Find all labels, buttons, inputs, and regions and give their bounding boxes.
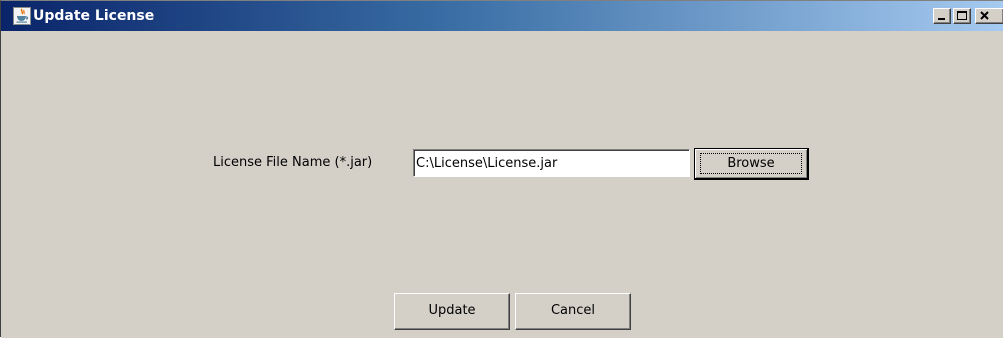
browse-button[interactable]: Browse [694, 148, 809, 180]
minimize-icon [938, 18, 945, 20]
maximize-button[interactable] [953, 8, 971, 24]
maximize-icon [957, 11, 967, 20]
title-bar[interactable]: Update License [1, 1, 1003, 31]
dialog-content: License File Name (*.jar) Browse Update … [1, 31, 1003, 338]
browse-button-label: Browse [700, 153, 802, 174]
license-file-label: License File Name (*.jar) [213, 155, 373, 170]
update-button[interactable]: Update [394, 293, 510, 330]
cancel-button[interactable]: Cancel [515, 293, 631, 330]
close-icon [980, 11, 989, 20]
minimize-button[interactable] [933, 8, 951, 24]
window-title: Update License [33, 8, 155, 24]
update-license-dialog: Update License License File Name (*.jar)… [0, 0, 1003, 338]
license-file-path-input[interactable] [413, 149, 690, 177]
close-button[interactable] [975, 8, 1003, 24]
java-cup-icon[interactable] [13, 7, 31, 25]
